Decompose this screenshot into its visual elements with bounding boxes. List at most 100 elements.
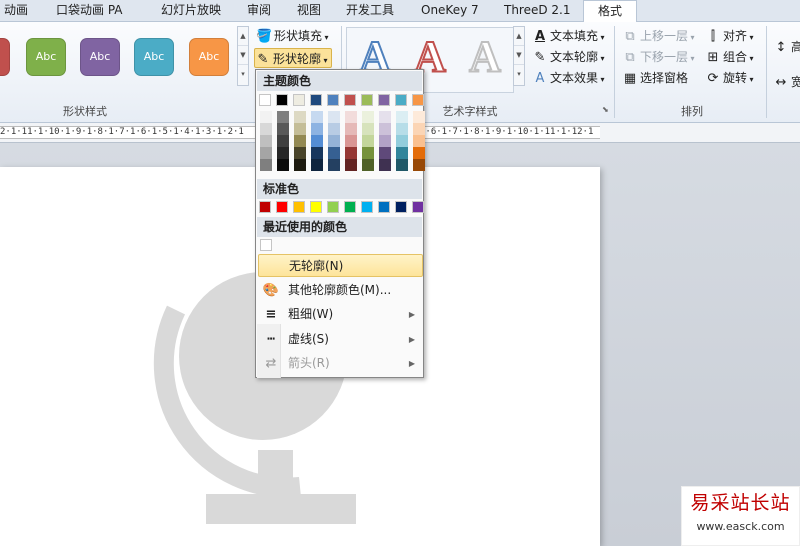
send-backward-button[interactable]: ⧉ 下移一层 ▾ [622,47,694,67]
shape-outline-button[interactable]: ✎ 形状轮廓 ▾ [254,48,332,68]
shape-style-orange[interactable]: Abc [189,38,229,76]
theme-color-swatch[interactable] [327,94,339,106]
standard-color-swatch[interactable] [293,201,305,213]
theme-shade-swatch[interactable] [260,147,272,159]
theme-shade-swatch[interactable] [294,123,306,135]
align-button[interactable]: ⫿ 对齐 ▾ [705,26,754,46]
shape-style-red[interactable] [0,38,10,76]
tab-pocket-animation[interactable]: 口袋动画 PA [56,0,123,21]
gallery-more-icon[interactable]: ▾ [514,65,524,84]
theme-shade-swatch[interactable] [328,159,340,171]
scroll-down-icon[interactable]: ▼ [238,46,248,65]
theme-shade-swatch[interactable] [260,111,272,123]
theme-shade-swatch[interactable] [311,159,323,171]
standard-color-swatch[interactable] [361,201,373,213]
theme-shade-swatch[interactable] [328,111,340,123]
tab-slideshow[interactable]: 幻灯片放映 [161,0,221,21]
theme-shade-swatch[interactable] [311,123,323,135]
theme-color-swatch[interactable] [361,94,373,106]
no-outline-item[interactable]: 无轮廓(N) [258,254,423,277]
theme-shade-swatch[interactable] [379,159,391,171]
theme-shade-swatch[interactable] [260,135,272,147]
height-field[interactable]: ↕ 高 [773,37,800,57]
theme-color-swatch[interactable] [395,94,407,106]
scroll-up-icon[interactable]: ▲ [238,27,248,46]
shape-style-green[interactable]: Abc [26,38,66,76]
tab-threed[interactable]: ThreeD 2.1 [504,0,571,21]
theme-shade-swatch[interactable] [362,159,374,171]
weight-item[interactable]: ≡ 粗细(W) ▶ [258,303,423,326]
theme-shade-swatch[interactable] [396,135,408,147]
rotate-button[interactable]: ⟳ 旋转 ▾ [705,68,754,88]
shape-style-teal[interactable]: Abc [134,38,174,76]
recent-color-swatch[interactable] [260,239,272,251]
tab-animation[interactable]: 动画 [4,0,28,21]
theme-shade-swatch[interactable] [345,147,357,159]
standard-color-swatch[interactable] [310,201,322,213]
shape-style-purple[interactable]: Abc [80,38,120,76]
theme-shade-swatch[interactable] [277,123,289,135]
bring-forward-button[interactable]: ⧉ 上移一层 ▾ [622,26,694,46]
theme-shade-swatch[interactable] [413,111,425,123]
standard-color-swatch[interactable] [378,201,390,213]
standard-color-swatch[interactable] [259,201,271,213]
theme-shade-swatch[interactable] [379,111,391,123]
theme-shade-swatch[interactable] [294,111,306,123]
theme-shade-swatch[interactable] [396,147,408,159]
dialog-launcher-icon[interactable]: ⬊ [602,105,609,114]
theme-shade-swatch[interactable] [413,123,425,135]
theme-shade-swatch[interactable] [413,159,425,171]
scroll-down-icon[interactable]: ▼ [514,46,524,65]
tab-format[interactable]: 格式 [583,0,637,22]
theme-shade-swatch[interactable] [345,135,357,147]
standard-color-swatch[interactable] [327,201,339,213]
gallery-more-icon[interactable]: ▾ [238,65,248,84]
theme-shade-swatch[interactable] [311,111,323,123]
theme-shade-swatch[interactable] [328,123,340,135]
width-field[interactable]: ↔ 宽 [773,72,800,92]
theme-shade-swatch[interactable] [396,123,408,135]
theme-shade-swatch[interactable] [277,159,289,171]
theme-shade-swatch[interactable] [362,123,374,135]
theme-color-swatch[interactable] [293,94,305,106]
standard-color-swatch[interactable] [395,201,407,213]
tab-review[interactable]: 审阅 [247,0,271,21]
theme-shade-swatch[interactable] [294,159,306,171]
theme-shade-swatch[interactable] [294,135,306,147]
theme-shade-swatch[interactable] [311,135,323,147]
shape-style-gallery-scroll[interactable]: ▲ ▼ ▾ [237,26,249,86]
theme-shade-swatch[interactable] [362,135,374,147]
text-effects-button[interactable]: A 文本效果 ▾ [532,68,605,88]
scroll-up-icon[interactable]: ▲ [514,27,524,46]
arrows-item[interactable]: ⇄ 箭头(R) ▶ [258,352,423,375]
theme-shade-swatch[interactable] [413,135,425,147]
theme-shade-swatch[interactable] [379,147,391,159]
theme-color-swatch[interactable] [276,94,288,106]
theme-color-swatch[interactable] [344,94,356,106]
theme-shade-swatch[interactable] [311,147,323,159]
selection-pane-button[interactable]: ▦ 选择窗格 [622,68,688,88]
dashes-item[interactable]: ┅ 虚线(S) ▶ [258,328,423,351]
text-fill-button[interactable]: A 文本填充 ▾ [532,26,605,46]
wordart-gallery-scroll[interactable]: ▲ ▼ ▾ [513,26,525,86]
standard-color-swatch[interactable] [412,201,424,213]
theme-shade-swatch[interactable] [345,159,357,171]
group-button[interactable]: ⊞ 组合 ▾ [705,47,754,67]
theme-shade-swatch[interactable] [396,111,408,123]
wordart-style-gray[interactable]: A [460,31,510,84]
theme-shade-swatch[interactable] [413,147,425,159]
theme-shade-swatch[interactable] [396,159,408,171]
standard-color-swatch[interactable] [344,201,356,213]
tab-developer[interactable]: 开发工具 [346,0,394,21]
tab-view[interactable]: 视图 [297,0,321,21]
theme-shade-swatch[interactable] [345,123,357,135]
theme-shade-swatch[interactable] [362,111,374,123]
theme-shade-swatch[interactable] [379,123,391,135]
shape-fill-button[interactable]: 🪣 形状填充 ▾ [256,26,329,46]
text-outline-button[interactable]: ✎ 文本轮廓 ▾ [532,47,605,67]
theme-color-swatch[interactable] [310,94,322,106]
theme-shade-swatch[interactable] [294,147,306,159]
theme-color-swatch[interactable] [412,94,424,106]
theme-shade-swatch[interactable] [362,147,374,159]
theme-shade-swatch[interactable] [260,159,272,171]
